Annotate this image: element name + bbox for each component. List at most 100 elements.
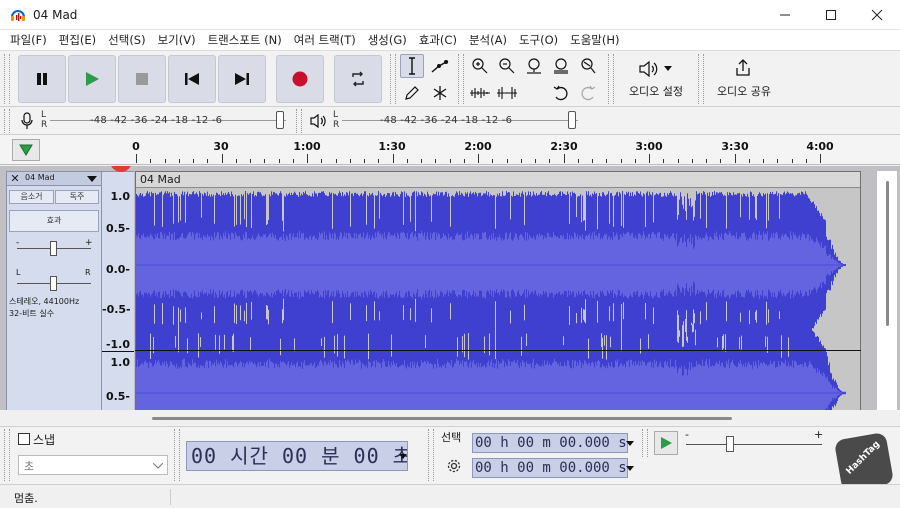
main-toolbar: 오디오 설정 오디오 공유 [0, 51, 900, 107]
menu-transport[interactable]: 트랜스포트 (N) [202, 32, 288, 48]
time-display-value: 00 시간 00 분 00 초 [191, 444, 408, 468]
zoom-toggle-button[interactable] [576, 54, 600, 78]
toolbar-grip[interactable] [642, 429, 648, 457]
record-button[interactable] [276, 55, 324, 103]
fit-selection-button[interactable] [522, 54, 546, 78]
redo-button[interactable] [576, 81, 600, 105]
loop-button[interactable] [334, 55, 382, 103]
hashtag-logo-text: HashTag [844, 439, 882, 477]
toolbar-grip[interactable] [458, 54, 464, 104]
amplitude-scale[interactable]: 1.0 0.5- 0.0- -0.5- -1.0 1.0 0.5- [102, 171, 134, 410]
timeline-minor-tick [720, 159, 722, 163]
pause-icon [37, 73, 47, 85]
skip-to-end-button[interactable] [218, 55, 266, 103]
timeline-ruler[interactable]: 0 30 1:00 1:30 2:00 2:30 3:00 3:30 4:00 [0, 135, 900, 165]
dropdown-arrow-icon [664, 66, 672, 71]
dropdown-arrow-icon[interactable] [626, 441, 634, 446]
track-name[interactable]: 04 Mad [25, 173, 55, 182]
gain-slider[interactable] [50, 241, 57, 256]
timeline-minor-tick [349, 159, 351, 163]
scale-label: 1.0 [110, 356, 131, 369]
menu-help[interactable]: 도움말(H) [564, 32, 625, 48]
multi-tool[interactable] [428, 81, 452, 105]
timeline-minor-tick [577, 159, 579, 163]
maximize-button[interactable] [808, 0, 854, 30]
menu-tools[interactable]: 도구(O) [513, 32, 564, 48]
timeline-minor-tick [235, 159, 237, 163]
audio-clip[interactable]: 04 Mad [135, 171, 861, 410]
zoom-in-button[interactable] [468, 54, 492, 78]
pause-button[interactable] [18, 55, 66, 103]
play-meter-slider[interactable] [568, 111, 576, 129]
status-bar: 멈춤. [0, 484, 900, 508]
clip-title[interactable]: 04 Mad [136, 172, 860, 188]
timeline-major-tick [307, 154, 308, 163]
mute-button[interactable]: 음소거 [9, 190, 54, 204]
menu-file[interactable]: 파일(F) [4, 32, 53, 48]
solo-button[interactable]: 독주 [55, 190, 99, 204]
record-meter-slider[interactable] [276, 111, 284, 129]
silence-button[interactable] [495, 81, 519, 105]
track-close-button[interactable]: ✕ [9, 173, 21, 184]
fit-project-button[interactable] [549, 54, 573, 78]
menu-effect[interactable]: 효과(C) [413, 32, 463, 48]
snap-unit-select[interactable]: 초 [18, 455, 168, 475]
envelope-tool[interactable] [428, 54, 452, 78]
speed-slider[interactable] [726, 436, 734, 452]
toolbar-grip[interactable] [608, 54, 614, 104]
record-icon [292, 71, 308, 87]
microphone-icon[interactable] [20, 112, 34, 130]
dropdown-arrow-icon[interactable] [399, 454, 407, 459]
draw-tool[interactable] [400, 81, 424, 105]
toolbar-grip[interactable] [174, 429, 180, 481]
share-audio-button[interactable]: 오디오 공유 [706, 55, 780, 103]
menu-edit[interactable]: 편집(E) [53, 32, 102, 48]
zoom-out-button[interactable] [495, 54, 519, 78]
selection-end-field[interactable]: 00 h 00 m 00.000 s [472, 458, 628, 478]
zoom-out-icon [499, 58, 515, 74]
toolbar-grip[interactable] [390, 54, 396, 104]
waveform[interactable] [136, 188, 861, 410]
play-at-speed-button[interactable] [654, 431, 678, 455]
gear-icon[interactable] [446, 458, 462, 474]
toolbar-grip[interactable] [698, 54, 704, 104]
pan-right-label: R [85, 268, 91, 277]
toolbar-grip[interactable] [4, 54, 10, 104]
title-bar: 04 Mad [0, 0, 900, 30]
undo-button[interactable] [549, 81, 573, 105]
speaker-icon[interactable] [310, 113, 328, 129]
close-button[interactable] [854, 0, 900, 30]
dropdown-arrow-icon[interactable] [87, 176, 97, 182]
trim-button[interactable] [468, 81, 492, 105]
toolbar-grip[interactable] [428, 429, 434, 481]
menu-generate[interactable]: 생성(G) [362, 32, 413, 48]
snap-checkbox[interactable] [18, 433, 30, 445]
timeline-major-tick [563, 154, 565, 163]
audio-setup-button[interactable]: 오디오 설정 [618, 55, 692, 103]
toolbar-grip[interactable] [296, 109, 302, 133]
play-at-speed-button[interactable] [12, 139, 40, 161]
effects-button[interactable]: 효과 [9, 210, 99, 232]
track-control-panel: ✕ 04 Mad 음소거 독주 효과 - + L R 스테레오, 44100Hz… [6, 171, 102, 410]
toolbar-grip[interactable] [4, 109, 10, 133]
menu-tracks[interactable]: 여러 트랙(T) [288, 32, 362, 48]
selection-start-field[interactable]: 00 h 00 m 00.000 s [472, 433, 628, 453]
timeline-minor-tick [178, 159, 180, 163]
play-meter-channels: LR [333, 110, 340, 130]
time-display[interactable]: 00 시간 00 분 00 초 [186, 441, 408, 471]
menu-view[interactable]: 보기(V) [152, 32, 202, 48]
stop-button[interactable] [118, 55, 166, 103]
skip-to-start-button[interactable] [168, 55, 216, 103]
dropdown-arrow-icon[interactable] [626, 466, 634, 471]
timeline-minor-tick [378, 159, 380, 163]
selection-tool[interactable] [400, 54, 424, 78]
minimize-button[interactable] [762, 0, 808, 30]
horizontal-scrollbar-thumb[interactable] [152, 417, 732, 420]
vertical-scrollbar-thumb[interactable] [886, 181, 889, 326]
toolbar-grip[interactable] [4, 429, 10, 481]
play-button[interactable] [68, 55, 116, 103]
menu-select[interactable]: 선택(S) [102, 32, 151, 48]
pan-slider[interactable] [50, 276, 57, 291]
timeline-major-tick [392, 154, 394, 163]
menu-analyze[interactable]: 분석(A) [463, 32, 513, 48]
